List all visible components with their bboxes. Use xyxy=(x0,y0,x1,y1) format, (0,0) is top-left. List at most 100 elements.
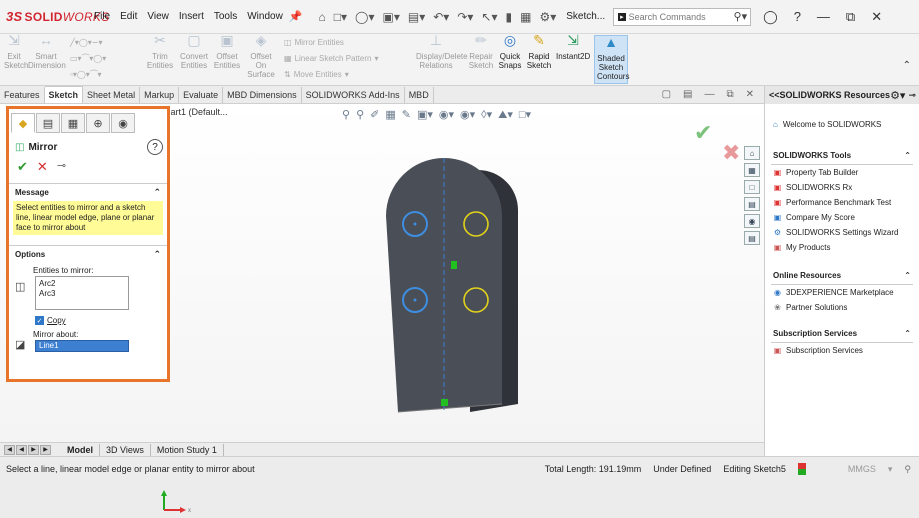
list-item[interactable]: Arc3 xyxy=(39,289,125,299)
section-view-icon[interactable]: ▦ xyxy=(385,108,395,122)
zoom-to-fit-icon[interactable]: ⚲ xyxy=(342,108,350,122)
cancel-button[interactable]: ✕ xyxy=(37,159,48,175)
line-tool-group[interactable]: ╱▾◯▾∽▾ xyxy=(70,38,103,47)
move-entities-button[interactable]: ⇅ Move Entities ▾ xyxy=(284,70,349,79)
tab-sketch[interactable]: Sketch xyxy=(44,86,84,103)
tab-model[interactable]: Model xyxy=(61,443,100,456)
display-delete-relations-button[interactable]: ⊥ Display/Delete Relations xyxy=(416,33,468,70)
help-icon[interactable]: ? xyxy=(147,139,163,155)
chevron-up-icon[interactable]: ⌃ xyxy=(153,187,161,198)
chevron-up-icon[interactable]: ⌃ xyxy=(153,249,161,260)
edit-appearance-icon[interactable]: ◊▾ xyxy=(481,108,492,122)
menu-view[interactable]: View xyxy=(147,11,169,22)
options-group-header[interactable]: Options ⌃ xyxy=(9,245,167,263)
offset-entities-button[interactable]: ▣ Offset Entities xyxy=(212,33,242,70)
view-orientation-icon[interactable]: ▣▾ xyxy=(417,108,433,122)
restore-icon[interactable]: ⧉ xyxy=(846,9,855,25)
repair-sketch-button[interactable]: ✏ Repair Sketch xyxy=(468,33,494,70)
chevron-up-icon[interactable]: ⌃ xyxy=(904,151,911,160)
list-item[interactable]: ❀ Partner Solutions xyxy=(771,300,913,315)
save-icon[interactable]: ▣▾ xyxy=(383,10,400,24)
last-tab-icon[interactable]: ▶ xyxy=(40,444,51,455)
list-item[interactable]: ▣ SOLIDWORKS Rx xyxy=(771,180,913,195)
sketch-dropdown[interactable]: Sketch... xyxy=(566,11,605,22)
menu-edit[interactable]: Edit xyxy=(120,11,137,22)
prev-tab-icon[interactable]: ◀ xyxy=(16,444,27,455)
list-item[interactable]: ▣ My Products xyxy=(771,240,913,255)
tab-mbd-dimensions[interactable]: MBD Dimensions xyxy=(223,87,302,103)
design-library-icon[interactable]: ▦ xyxy=(744,163,760,177)
ok-button[interactable]: ✔ xyxy=(17,159,28,175)
custom-properties-icon[interactable]: ▤ xyxy=(744,231,760,245)
rectangle-tool-group[interactable]: ▭▾⏜▾◯▾ xyxy=(70,54,106,64)
configuration-manager-tab-icon[interactable]: ▦ xyxy=(61,113,85,133)
menu-window[interactable]: Window xyxy=(247,11,283,22)
property-manager-tab-icon[interactable]: ▤ xyxy=(36,113,60,133)
file-explorer-icon[interactable]: □ xyxy=(744,180,760,194)
pin-icon[interactable]: ⊸ xyxy=(908,90,916,101)
checkbox-check-icon[interactable]: ✓ xyxy=(35,316,44,325)
list-item[interactable]: Arc2 xyxy=(39,279,125,289)
units-chevron-icon[interactable]: ▾ xyxy=(888,464,893,475)
display-style-icon[interactable]: ◉▾ xyxy=(439,108,454,122)
collapse-ribbon-icon[interactable]: ⌃ xyxy=(903,60,911,71)
quick-snaps-button[interactable]: ◎ Quick Snaps xyxy=(498,33,522,70)
welcome-link[interactable]: ⌂ Welcome to SOLIDWORKS xyxy=(765,104,919,129)
solidworks-logo[interactable]: 3S SOLID WORKS xyxy=(6,9,109,24)
hide-show-icon[interactable]: ◉▾ xyxy=(460,108,475,122)
linear-sketch-pattern-button[interactable]: ▦ Linear Sketch Pattern ▾ xyxy=(284,54,379,63)
options-gear-icon[interactable]: ⚙▾ xyxy=(539,10,556,24)
chevron-up-icon[interactable]: ⌃ xyxy=(904,271,911,280)
tab-3d-views[interactable]: 3D Views xyxy=(100,443,151,456)
slot-tool-group[interactable]: ▫▾◯▾⏜▾ xyxy=(70,70,102,80)
gear-icon[interactable]: ⚙▾ xyxy=(890,89,905,102)
next-tab-icon[interactable]: ▶ xyxy=(28,444,39,455)
zoom-area-icon[interactable]: ⚲ xyxy=(356,108,364,122)
list-item[interactable]: ▣ Compare My Score xyxy=(771,210,913,225)
tab-motion-study-1[interactable]: Motion Study 1 xyxy=(151,443,224,456)
close-icon[interactable]: ✕ xyxy=(871,9,882,25)
scenes-icon[interactable]: ⛰▾ xyxy=(498,108,513,122)
confirm-cancel-icon[interactable]: ✖ xyxy=(722,140,740,166)
chevron-up-icon[interactable]: ⌃ xyxy=(904,329,911,338)
tab-evaluate[interactable]: Evaluate xyxy=(179,87,224,103)
tab-features[interactable]: Features xyxy=(0,87,45,103)
tab-mbd[interactable]: MBD xyxy=(405,87,434,103)
entities-to-mirror-list[interactable]: Arc2 Arc3 xyxy=(35,276,129,310)
dynamic-annotation-icon[interactable]: ✎ xyxy=(402,108,411,122)
first-tab-icon[interactable]: ◀ xyxy=(4,444,15,455)
dimxpert-tab-icon[interactable]: ⊕ xyxy=(86,113,110,133)
rapid-sketch-button[interactable]: ✎ Rapid Sketch xyxy=(526,33,552,70)
confirm-ok-icon[interactable]: ✔ xyxy=(694,120,712,146)
section-header[interactable]: Online Resources ⌃ xyxy=(771,271,913,285)
view-palette-icon[interactable]: ▤ xyxy=(744,197,760,211)
list-item[interactable]: ⚙ SOLIDWORKS Settings Wizard xyxy=(771,225,913,240)
pin-menu-icon[interactable]: 📌 xyxy=(289,10,303,23)
open-icon[interactable]: ◯▾ xyxy=(355,10,374,24)
convert-entities-button[interactable]: ▢ Convert Entities xyxy=(178,33,210,70)
mirror-entities-button[interactable]: ◫ Mirror Entities xyxy=(284,38,344,47)
rebuild-icon[interactable]: ▮ xyxy=(505,10,512,24)
shaded-sketch-contours-button[interactable]: ▲ Shaded Sketch Contours xyxy=(594,35,629,84)
home-icon[interactable]: ⌂ xyxy=(319,10,326,24)
part-name[interactable]: Part1 (Default... xyxy=(164,107,227,117)
customize-icon[interactable]: ⚲ xyxy=(904,464,911,475)
new-document-icon[interactable]: □▾ xyxy=(334,10,347,24)
smart-dimension-button[interactable]: ↔ Smart Dimension xyxy=(28,33,66,70)
list-item[interactable]: ◉ 3DEXPERIENCE Marketplace xyxy=(771,285,913,300)
feature-manager-tab-icon[interactable]: ◆ xyxy=(11,113,35,133)
unit-system[interactable]: MMGS xyxy=(848,464,876,474)
rebuild-status-icon[interactable] xyxy=(797,463,806,475)
exit-sketch-button[interactable]: ⇲ Exit Sketch xyxy=(4,33,28,70)
tab-solidworks-add-ins[interactable]: SOLIDWORKS Add-Ins xyxy=(302,87,405,103)
list-item[interactable]: ▣ Property Tab Builder xyxy=(771,165,913,180)
instant2d-button[interactable]: ⇲ Instant2D xyxy=(556,33,590,61)
display-manager-tab-icon[interactable]: ◉ xyxy=(111,113,135,133)
tile-vertical-icon[interactable]: ▤ xyxy=(683,89,692,100)
list-item[interactable]: ▣ Subscription Services xyxy=(771,343,913,358)
doc-restore-icon[interactable]: ⧉ xyxy=(726,89,733,100)
keep-visible-icon[interactable]: ⊸ xyxy=(57,159,66,175)
menu-file[interactable]: File xyxy=(94,11,110,22)
offset-on-surface-button[interactable]: ◈ Offset On Surface xyxy=(244,33,278,79)
resources-tab-icon[interactable]: ⌂ xyxy=(744,146,760,160)
